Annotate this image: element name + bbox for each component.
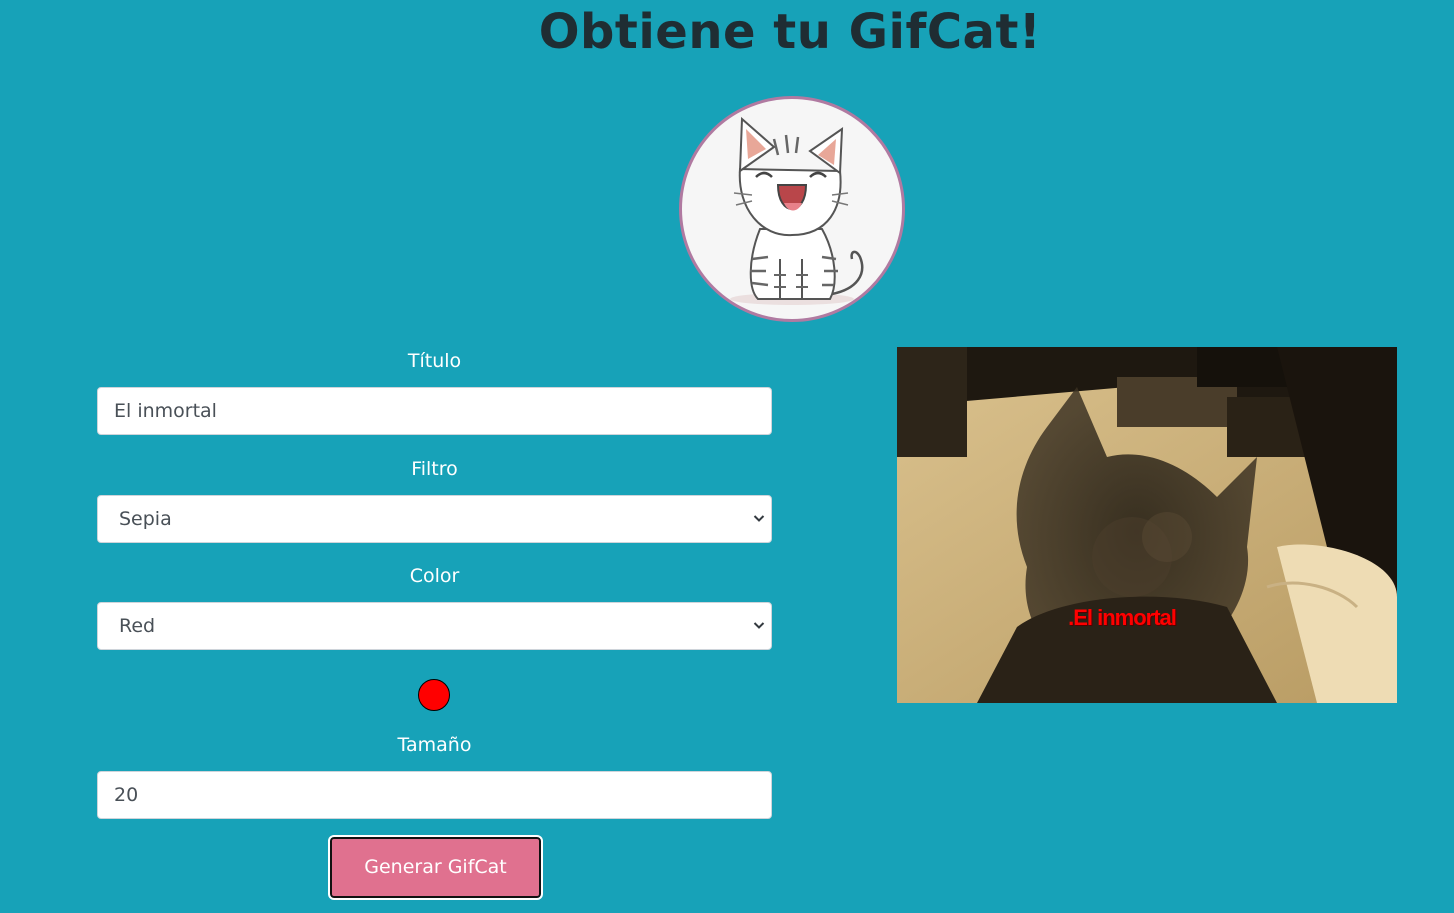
size-input-value: 20 bbox=[114, 784, 139, 806]
title-label: Título bbox=[407, 350, 462, 372]
title-input[interactable]: El inmortal bbox=[97, 387, 772, 435]
cartoon-cat-icon bbox=[730, 116, 864, 305]
filter-label: Filtro bbox=[411, 458, 458, 480]
cat-avatar bbox=[679, 96, 905, 322]
color-swatch bbox=[418, 679, 450, 711]
filter-select[interactable]: Sepia bbox=[97, 495, 772, 543]
color-select[interactable]: Red bbox=[97, 602, 772, 650]
chevron-down-icon bbox=[753, 622, 765, 629]
page: Obtiene tu GifCat! Título El inmortal Fi… bbox=[0, 0, 1454, 913]
chevron-down-icon bbox=[753, 515, 765, 522]
gif-preview: .El inmortal bbox=[897, 347, 1397, 703]
title-input-value: El inmortal bbox=[114, 400, 217, 422]
color-select-value: Red bbox=[119, 615, 156, 637]
size-label: Tamaño bbox=[397, 734, 472, 756]
filter-select-value: Sepia bbox=[119, 508, 172, 530]
gif-image bbox=[897, 347, 1397, 703]
generate-button[interactable]: Generar GifCat bbox=[328, 835, 543, 900]
size-input[interactable]: 20 bbox=[97, 771, 772, 819]
gif-overlay-text: .El inmortal bbox=[1068, 605, 1177, 630]
color-label: Color bbox=[409, 565, 460, 587]
page-title: Obtiene tu GifCat! bbox=[538, 4, 1042, 60]
